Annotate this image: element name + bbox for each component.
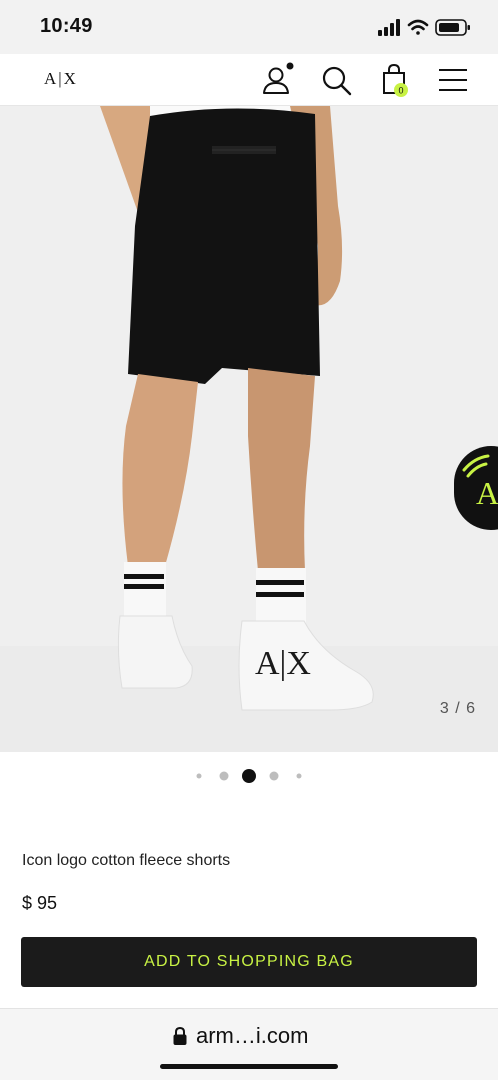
status-icons	[378, 19, 470, 36]
wifi-icon	[407, 19, 429, 35]
shoe-logo: A|X	[255, 645, 311, 682]
search-icon[interactable]	[318, 62, 354, 98]
shopping-bag-icon[interactable]: 0	[377, 62, 413, 98]
carousel-dot-1[interactable]	[196, 773, 202, 779]
battery-icon	[435, 19, 470, 36]
menu-icon[interactable]	[436, 62, 472, 98]
carousel-dot-5[interactable]	[296, 773, 302, 779]
brand-badge-icon: A	[462, 454, 498, 511]
product-image: A|X	[0, 106, 498, 752]
brand-logo[interactable]: A|X	[44, 69, 78, 89]
product-price: $ 95	[22, 893, 58, 913]
home-indicator	[160, 1064, 338, 1069]
product-image-gallery[interactable]: A|X A 3 / 6	[0, 106, 498, 752]
carousel-dot-4[interactable]	[269, 771, 279, 781]
signal-icon	[378, 19, 400, 36]
account-icon[interactable]	[259, 62, 295, 98]
browser-url-bar[interactable]: arm…i.com	[0, 1008, 498, 1080]
status-bar: 10:49	[0, 0, 498, 54]
url-text[interactable]: arm…i.com	[196, 1023, 308, 1049]
add-to-shopping-bag-button[interactable]: ADD TO SHOPPING BAG	[21, 937, 477, 987]
carousel-dots[interactable]	[0, 767, 498, 785]
brand-badge[interactable]: A	[454, 446, 498, 530]
carousel-dot-2[interactable]	[219, 771, 229, 781]
lock-icon	[173, 1026, 187, 1045]
status-time: 10:49	[40, 15, 93, 37]
brand-badge-letter: A	[476, 475, 498, 511]
cart-count: 0	[398, 86, 403, 96]
site-header: A|X 0	[0, 54, 498, 106]
product-name: Icon logo cotton fleece shorts	[22, 852, 231, 869]
carousel-dot-3[interactable]	[242, 769, 256, 783]
image-counter: 3 / 6	[439, 700, 476, 717]
